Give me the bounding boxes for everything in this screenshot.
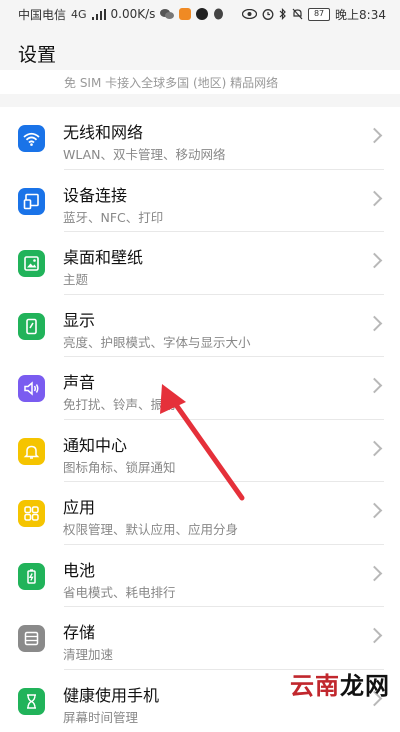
- item-subtitle: 图标角标、锁屏通知: [63, 457, 176, 476]
- item-subtitle: 蓝牙、NFC、打印: [63, 207, 163, 226]
- device-connect-icon: [18, 188, 45, 215]
- chevron-right-icon: [367, 378, 383, 394]
- watermark-part2: 龙网: [340, 671, 390, 700]
- scrolled-off-row[interactable]: 免 SIM 卡接入全球多国 (地区) 精品网络: [0, 70, 400, 94]
- chevron-right-icon: [367, 503, 383, 519]
- chevron-right-icon: [367, 190, 383, 206]
- chevron-right-icon: [367, 315, 383, 331]
- battery-icon: [18, 563, 45, 590]
- chevron-right-icon: [367, 440, 383, 456]
- item-subtitle: 屏幕时间管理: [63, 707, 138, 726]
- storage-icon: [18, 625, 45, 652]
- status-bar: 中国电信 4G 0.00K/s 87 晚上8:34: [0, 0, 400, 28]
- network-type: 4G: [71, 8, 87, 21]
- wechat-icon: [160, 8, 174, 20]
- chevron-right-icon: [367, 628, 383, 644]
- watermark-logo: 云南龙网: [290, 666, 390, 701]
- item-title: 无线和网络: [63, 119, 143, 143]
- tiktok-icon: [196, 8, 208, 20]
- display-icon: [18, 313, 45, 340]
- chevron-right-icon: [367, 565, 383, 581]
- item-title: 显示: [63, 307, 95, 331]
- network-speed: 0.00K/s: [111, 7, 156, 21]
- settings-list: 无线和网络 WLAN、双卡管理、移动网络 设备连接 蓝牙、NFC、打印 桌面和壁…: [0, 107, 400, 732]
- item-subtitle: 亮度、护眼模式、字体与显示大小: [63, 332, 251, 351]
- eye-icon: [242, 9, 257, 19]
- status-right: 87 晚上8:34: [242, 6, 386, 23]
- clock: 晚上8:34: [335, 6, 386, 23]
- item-title: 桌面和壁纸: [63, 244, 143, 268]
- item-subtitle: 主题: [63, 269, 88, 288]
- settings-item-notification-center[interactable]: 通知中心 图标角标、锁屏通知: [0, 420, 400, 483]
- item-title: 电池: [63, 557, 95, 581]
- settings-item-wireless-network[interactable]: 无线和网络 WLAN、双卡管理、移动网络: [0, 107, 400, 170]
- wifi-icon: [18, 125, 45, 152]
- apps-icon: [18, 500, 45, 527]
- mute-icon: [292, 8, 303, 20]
- status-left: 中国电信 4G 0.00K/s: [18, 6, 224, 23]
- wallpaper-icon: [18, 250, 45, 277]
- item-subtitle: 省电模式、耗电排行: [63, 582, 176, 601]
- item-title: 健康使用手机: [63, 682, 159, 706]
- item-title: 设备连接: [63, 182, 127, 206]
- settings-item-display[interactable]: 显示 亮度、护眼模式、字体与显示大小: [0, 295, 400, 358]
- signal-icon: [92, 9, 106, 20]
- item-subtitle: 权限管理、默认应用、应用分身: [63, 519, 238, 538]
- video-app-icon: [179, 8, 191, 20]
- sound-icon: [18, 375, 45, 402]
- item-title: 声音: [63, 369, 95, 393]
- watermark-part1: 云南: [290, 671, 340, 700]
- item-title: 存储: [63, 619, 95, 643]
- chevron-right-icon: [367, 253, 383, 269]
- hourglass-icon: [18, 688, 45, 715]
- item-subtitle: 清理加速: [63, 644, 113, 663]
- item-title: 通知中心: [63, 432, 127, 456]
- scrolled-off-row-text: 免 SIM 卡接入全球多国 (地区) 精品网络: [64, 74, 278, 91]
- carrier-label: 中国电信: [18, 6, 66, 23]
- page-title: 设置: [18, 40, 56, 67]
- chevron-right-icon: [367, 128, 383, 144]
- settings-item-storage[interactable]: 存储 清理加速: [0, 607, 400, 670]
- settings-item-device-connection[interactable]: 设备连接 蓝牙、NFC、打印: [0, 170, 400, 233]
- alarm-icon: [262, 8, 274, 20]
- item-title: 应用: [63, 494, 95, 518]
- item-subtitle: WLAN、双卡管理、移动网络: [63, 144, 226, 163]
- settings-item-desktop-wallpaper[interactable]: 桌面和壁纸 主题: [0, 232, 400, 295]
- bell-icon: [18, 438, 45, 465]
- settings-item-sound[interactable]: 声音 免打扰、铃声、振动: [0, 357, 400, 420]
- settings-item-battery[interactable]: 电池 省电模式、耗电排行: [0, 545, 400, 608]
- qq-icon: [213, 8, 224, 21]
- item-subtitle: 免打扰、铃声、振动: [63, 394, 176, 413]
- settings-item-apps[interactable]: 应用 权限管理、默认应用、应用分身: [0, 482, 400, 545]
- bluetooth-icon: [279, 8, 287, 20]
- battery-level: 87: [308, 8, 330, 21]
